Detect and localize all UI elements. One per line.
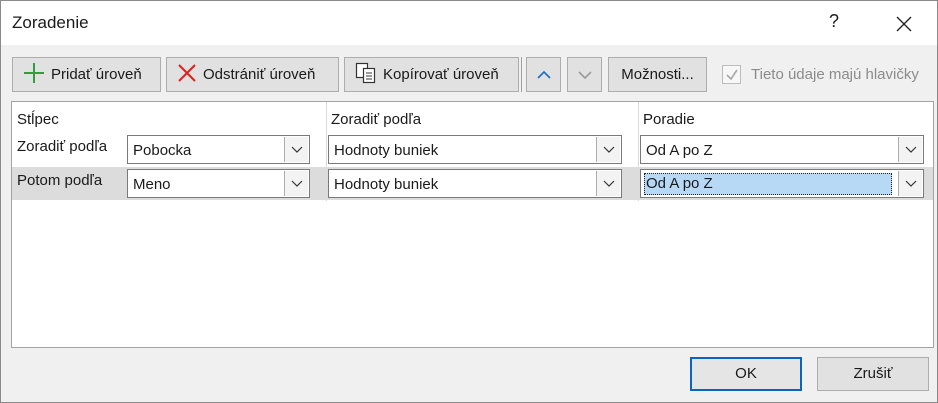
add-level-button[interactable]: Pridať úroveň xyxy=(12,57,161,92)
dropdown-button[interactable] xyxy=(284,171,308,196)
copy-icon xyxy=(355,62,377,88)
toolbar-separator xyxy=(521,57,522,92)
chevron-down-icon xyxy=(905,180,917,187)
sort-level-row[interactable]: Potom podľa Meno Hodnoty buniek Od A po … xyxy=(12,167,933,200)
column-select[interactable]: Meno xyxy=(127,169,310,198)
order-select[interactable]: Od A po Z xyxy=(640,135,924,164)
sort-levels-grid: Stĺpec Zoradiť podľa Poradie Zoradiť pod… xyxy=(11,101,934,348)
help-button[interactable]: ? xyxy=(819,11,849,37)
options-label: Možnosti... xyxy=(621,66,694,83)
header-order: Poradie xyxy=(643,111,695,128)
copy-level-label: Kopírovať úroveň xyxy=(383,66,499,83)
order-select-value: Od A po Z xyxy=(646,142,713,159)
add-level-label: Pridať úroveň xyxy=(51,66,142,83)
header-column: Stĺpec xyxy=(17,111,59,128)
delete-x-icon xyxy=(177,63,197,87)
chevron-down-icon xyxy=(578,71,592,80)
headers-checkbox-label: Tieto údaje majú hlavičky xyxy=(751,66,919,83)
sort-on-select-value: Hodnoty buniek xyxy=(334,142,439,159)
move-down-button[interactable] xyxy=(567,57,602,92)
column-select-value: Pobocka xyxy=(133,142,192,159)
row-label: Potom podľa xyxy=(17,172,103,189)
sort-dialog: Zoradenie ? Pridať úroveň Odstrániť úrov… xyxy=(0,0,938,403)
dropdown-button[interactable] xyxy=(596,171,620,196)
move-up-button[interactable] xyxy=(526,57,561,92)
column-select-value: Meno xyxy=(133,176,171,193)
delete-level-label: Odstrániť úroveň xyxy=(203,66,316,83)
row-label: Zoradiť podľa xyxy=(17,138,108,155)
chevron-up-icon xyxy=(537,70,551,79)
sort-on-select[interactable]: Hodnoty buniek xyxy=(328,135,622,164)
plus-icon xyxy=(23,62,45,88)
header-sort-on: Zoradiť podľa xyxy=(331,111,422,128)
close-button[interactable] xyxy=(886,9,922,39)
dropdown-button[interactable] xyxy=(284,137,308,162)
chevron-down-icon xyxy=(603,146,615,153)
headers-checkbox[interactable] xyxy=(722,65,741,84)
dropdown-button[interactable] xyxy=(898,137,922,162)
dialog-title: Zoradenie xyxy=(12,13,89,32)
sort-on-select-value: Hodnoty buniek xyxy=(334,176,439,193)
options-button[interactable]: Možnosti... xyxy=(608,57,707,92)
chevron-down-icon xyxy=(291,180,303,187)
chevron-down-icon xyxy=(291,146,303,153)
copy-level-button[interactable]: Kopírovať úroveň xyxy=(344,57,519,92)
order-select[interactable]: Od A po Z xyxy=(640,169,924,198)
order-select-value: Od A po Z xyxy=(644,173,892,195)
dropdown-button[interactable] xyxy=(596,137,620,162)
delete-level-button[interactable]: Odstrániť úroveň xyxy=(166,57,339,92)
column-select[interactable]: Pobocka xyxy=(127,135,310,164)
title-bar: Zoradenie ? xyxy=(1,1,937,45)
chevron-down-icon xyxy=(603,180,615,187)
ok-button[interactable]: OK xyxy=(690,357,802,391)
dropdown-button[interactable] xyxy=(898,171,922,196)
chevron-down-icon xyxy=(905,146,917,153)
sort-on-select[interactable]: Hodnoty buniek xyxy=(328,169,622,198)
sort-level-row[interactable]: Zoradiť podľa Pobocka Hodnoty buniek Od … xyxy=(12,133,933,166)
checkmark-icon xyxy=(726,69,738,81)
cancel-button[interactable]: Zrušiť xyxy=(817,357,929,391)
close-icon xyxy=(896,16,912,32)
